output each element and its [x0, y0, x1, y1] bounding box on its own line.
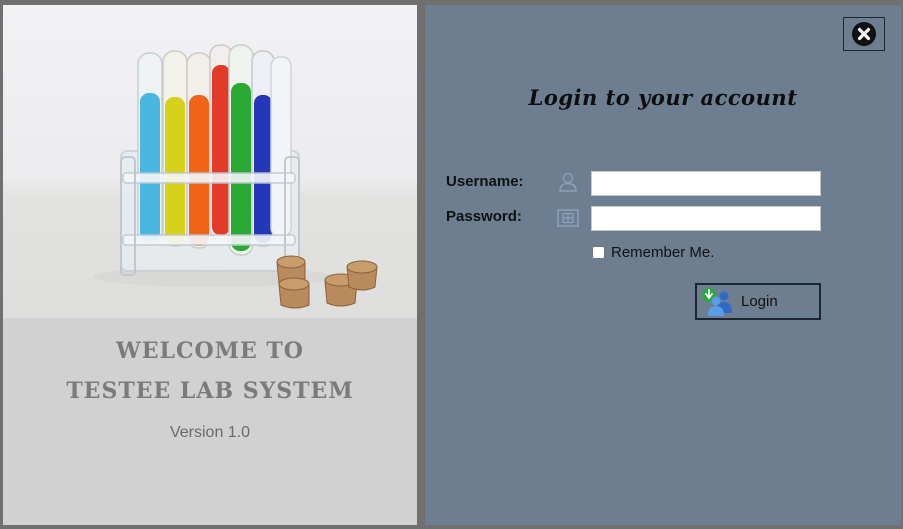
- remember-me-label: Remember Me.: [611, 244, 715, 261]
- users-refresh-icon: [702, 287, 732, 316]
- remember-me-checkbox[interactable]: [592, 246, 605, 259]
- login-panel: Login to your account Username: Password…: [425, 5, 901, 525]
- welcome-heading-line1: WELCOME TO: [116, 338, 304, 364]
- version-label: Version 1.0: [169, 424, 251, 441]
- login-title: Login to your account: [528, 85, 798, 110]
- close-button[interactable]: [843, 17, 885, 51]
- username-input[interactable]: [591, 171, 821, 196]
- remember-me-option[interactable]: Remember Me.: [591, 244, 714, 261]
- login-window: WELCOME TO TESTEE LAB SYSTEM Version 1.0…: [0, 0, 903, 529]
- login-button[interactable]: Login: [695, 283, 821, 320]
- user-icon: [559, 172, 577, 192]
- password-input[interactable]: [591, 206, 821, 231]
- welcome-panel: WELCOME TO TESTEE LAB SYSTEM Version 1.0: [3, 5, 417, 525]
- password-label: Password:: [446, 208, 522, 225]
- keypad-icon: [557, 209, 579, 227]
- close-icon: [852, 22, 876, 46]
- test-tubes-image: [3, 5, 417, 318]
- username-label: Username:: [446, 173, 524, 190]
- login-button-label: Login: [741, 293, 778, 310]
- welcome-heading-line2: TESTEE LAB SYSTEM: [66, 378, 354, 404]
